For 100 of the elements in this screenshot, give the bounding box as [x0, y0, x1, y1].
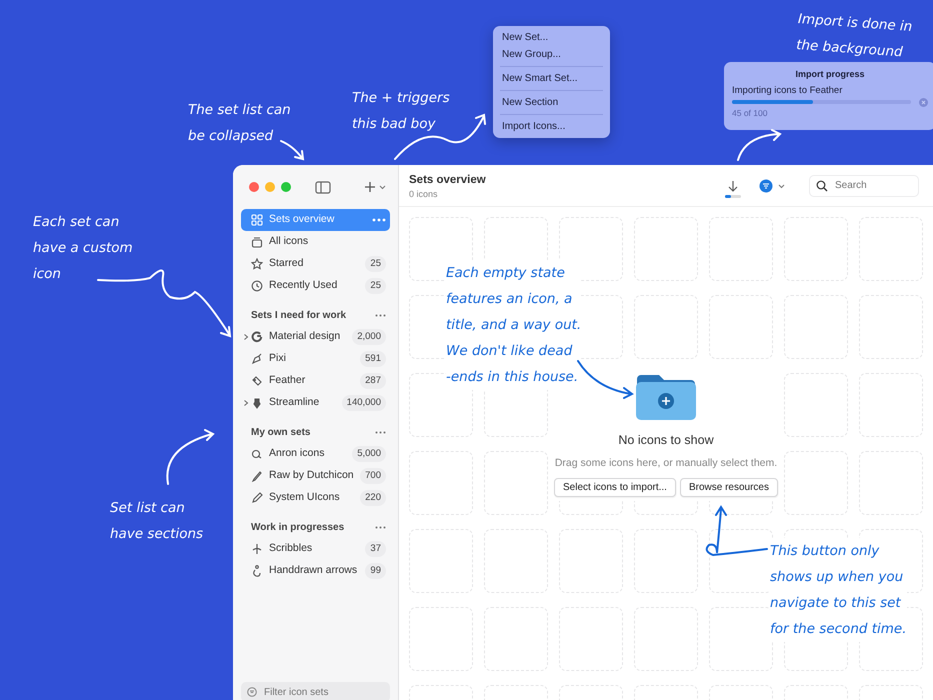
sidebar-item[interactable]: Raw by Dutchicon 700 — [241, 465, 390, 487]
expand-chevron-icon[interactable] — [242, 333, 250, 341]
download-progress — [725, 194, 741, 198]
sidebar-item[interactable]: Streamline 140,000 — [241, 392, 390, 414]
action-button[interactable]: Browse resources — [680, 478, 778, 496]
section-title: Work in progresses — [251, 520, 344, 534]
empty-tile — [409, 607, 473, 671]
section-title: My own sets — [251, 426, 310, 440]
expand-chevron-icon[interactable] — [242, 399, 250, 407]
empty-tile — [409, 451, 473, 515]
sidebar-item[interactable]: System UIcons 220 — [241, 487, 390, 509]
sidebar-item[interactable]: Recently Used 25 — [241, 275, 390, 297]
action-button[interactable]: Select icons to import... — [554, 478, 676, 496]
item-label: Raw by Dutchicon — [269, 468, 354, 484]
empty-tile — [559, 607, 623, 671]
empty-tile — [784, 217, 848, 281]
item-count: 700 — [360, 468, 386, 484]
empty-tile — [784, 295, 848, 359]
more-icon[interactable] — [372, 218, 386, 222]
set-icon — [251, 448, 263, 460]
item-count: 591 — [360, 350, 386, 368]
sidebar-item[interactable]: Pixi 591 — [241, 348, 390, 370]
empty-tile — [484, 607, 548, 671]
annotation-text: This button only shows up when you navigate to this set for the second time. — [770, 538, 907, 642]
item-count: 287 — [360, 372, 386, 390]
menu-item[interactable]: New Set... — [493, 29, 610, 46]
filter-icon — [247, 687, 257, 697]
arrow-drawing — [575, 358, 635, 398]
empty-tile — [634, 295, 698, 359]
menu-item[interactable]: New Group... — [493, 46, 610, 63]
set-icon — [251, 492, 263, 504]
set-icon — [251, 397, 263, 409]
section-title: Sets I need for work — [251, 308, 346, 322]
item-label: Material design — [269, 329, 340, 344]
menu-item[interactable]: New Section — [493, 94, 610, 111]
item-label: Sets overview — [269, 212, 334, 228]
sidebar-item[interactable]: Handdrawn arrows 99 — [241, 560, 390, 582]
item-count: 99 — [365, 562, 386, 580]
add-icon[interactable] — [364, 181, 386, 193]
item-label: Feather — [269, 373, 306, 388]
item-label: Handdrawn arrows — [269, 563, 358, 578]
set-icon — [251, 214, 263, 226]
annotation-text: Set list can have sections — [110, 499, 204, 544]
set-icon — [251, 470, 263, 482]
item-label: Starred — [269, 256, 304, 272]
item-label: All icons — [269, 234, 308, 250]
empty-state-message: Drag some icons here, or manually select them. — [554, 456, 778, 471]
sidebar-item[interactable]: Starred 25 — [241, 253, 390, 275]
sidebar-toggle-icon[interactable] — [315, 180, 331, 194]
set-icon — [251, 543, 263, 555]
set-icon — [251, 258, 263, 270]
item-label: Scribbles — [269, 541, 312, 556]
filter-input[interactable]: Filter icon sets — [262, 684, 342, 700]
sidebar-item[interactable]: Scribbles 37 — [241, 538, 390, 560]
filter-menu-icon[interactable] — [759, 178, 787, 192]
sidebar-item[interactable]: Anron icons 5,000 — [241, 443, 390, 465]
empty-tile — [484, 529, 548, 593]
item-count: 140,000 — [342, 394, 386, 412]
search-input[interactable]: Search — [833, 177, 913, 194]
item-label: System UIcons — [269, 490, 340, 506]
empty-tile — [859, 373, 923, 437]
filter-field[interactable]: Filter icon sets — [241, 682, 390, 700]
more-icon[interactable] — [375, 314, 386, 316]
menu-item[interactable]: New Smart Set... — [493, 70, 610, 87]
annotation-text: Import is done in the background — [795, 10, 914, 62]
empty-tile — [859, 295, 923, 359]
annotation-text: The set list can be collapsed — [188, 101, 291, 146]
popover-title: Import progress — [794, 68, 866, 81]
sidebar-item[interactable]: Material design 2,000 — [241, 326, 390, 348]
empty-state-title: No icons to show — [618, 432, 714, 449]
item-label: Anron icons — [269, 446, 324, 462]
empty-tile — [709, 295, 773, 359]
toolbar-title: Sets overview — [409, 173, 486, 188]
empty-tile — [409, 529, 473, 593]
menu-item[interactable]: Import Icons... — [493, 118, 610, 135]
item-label: Streamline — [269, 395, 320, 410]
item-label: Pixi — [269, 351, 286, 366]
item-count: 220 — [360, 490, 386, 506]
sidebar-item[interactable]: All icons — [241, 231, 390, 253]
download-icon[interactable] — [727, 180, 739, 192]
set-icon — [251, 353, 263, 365]
empty-tile — [859, 451, 923, 515]
item-count: 2,000 — [352, 328, 386, 346]
set-icon — [251, 280, 263, 292]
more-icon[interactable] — [375, 526, 386, 528]
progress-count: 45 of 100 — [732, 106, 768, 120]
set-icon — [251, 565, 263, 577]
annotation-text: Each empty state features an icon, a title, and a way out. We don't like dead -ends in this house. — [446, 260, 582, 390]
empty-tile — [634, 607, 698, 671]
empty-tile — [634, 529, 698, 593]
item-count: 37 — [365, 540, 386, 558]
search-field[interactable]: Search — [809, 174, 919, 196]
task-label: Importing icons to Feather — [732, 84, 844, 98]
item-count: 5,000 — [352, 446, 386, 462]
empty-tile — [859, 217, 923, 281]
search-icon — [816, 180, 828, 192]
more-icon[interactable] — [375, 430, 386, 434]
empty-tile — [559, 529, 623, 593]
set-icon — [251, 331, 263, 343]
sidebar-item[interactable]: Feather 287 — [241, 370, 390, 392]
